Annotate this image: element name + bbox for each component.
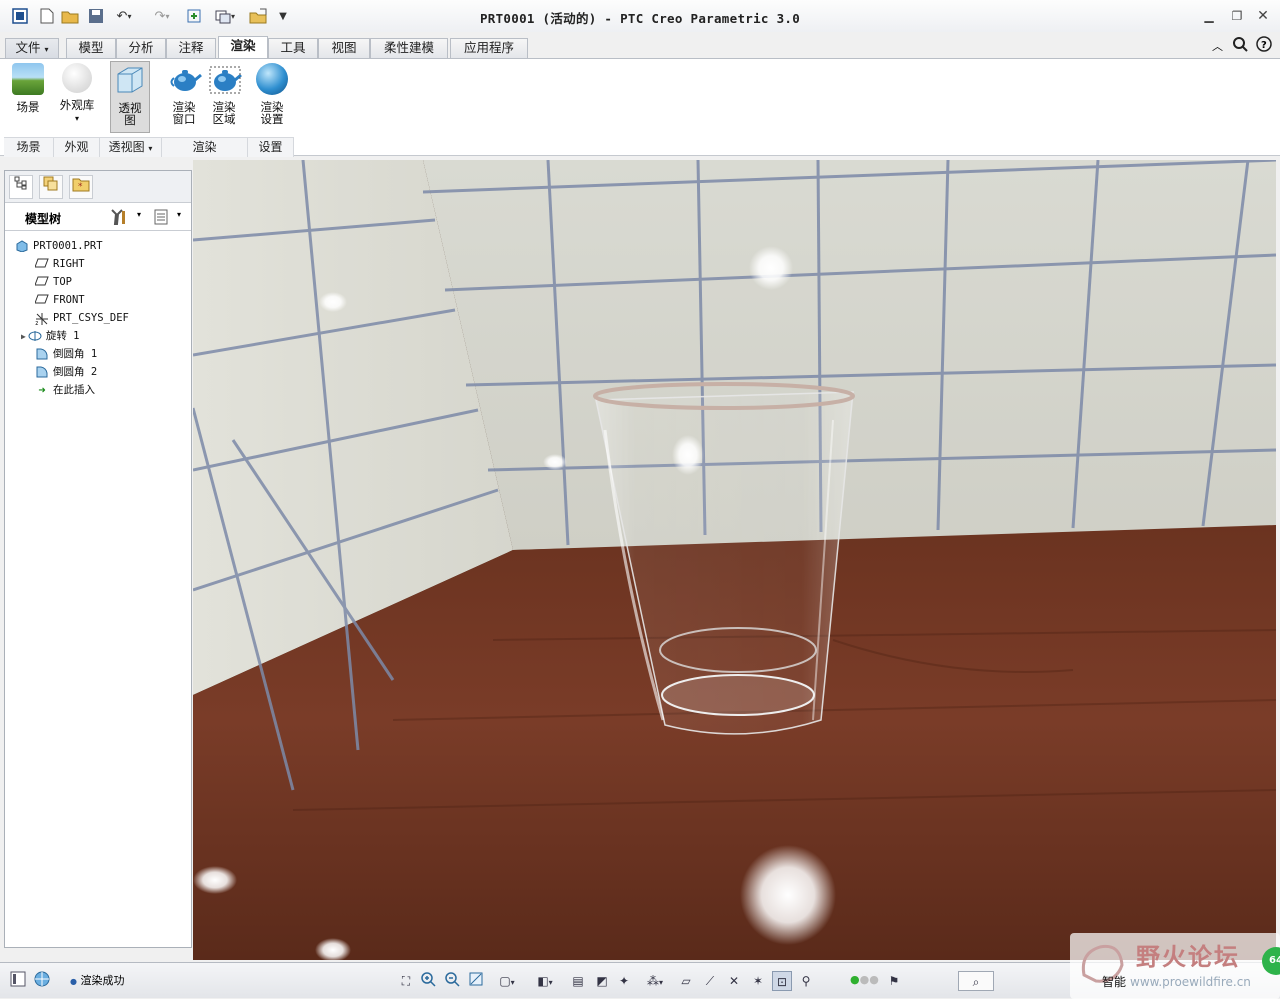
perspective-view-icon[interactable]: ◩ xyxy=(592,971,612,991)
render-region-button[interactable]: 渲染 区域 xyxy=(204,63,244,125)
svg-text:z: z xyxy=(35,320,39,326)
ribbon-panel: 场景 外观库 ▾ 透视 图 渲染 窗口 渲染 区域 渲染 设置 场景 外观 透视图… xyxy=(0,58,1280,157)
layers-tab-icon[interactable] xyxy=(39,175,63,199)
group-label-render: 渲染 xyxy=(162,137,248,157)
tree-settings-dropdown-icon[interactable]: ▾ xyxy=(137,210,141,219)
tree-node-top-plane[interactable]: TOP xyxy=(34,273,72,291)
tab-analysis[interactable]: 分析 xyxy=(116,38,166,58)
render-setup-button[interactable]: 渲染 设置 xyxy=(252,63,292,125)
insert-arrow-icon: ➜ xyxy=(38,383,46,397)
view-manager-icon[interactable]: ▤ xyxy=(568,971,588,991)
landscape-icon xyxy=(12,63,44,95)
repaint-icon[interactable] xyxy=(466,971,486,991)
group-label-scene: 场景 xyxy=(4,137,54,157)
find-binoculars-icon[interactable]: ⌕ xyxy=(958,971,994,991)
status-bar: ● 渲染成功 ⛶ ▢▾ ◧▾ ▤ ◩ ✦ ⁂▾ ▱ ⟋ ✕ ✶ ⊡ ⚲ ●●● … xyxy=(0,933,1280,999)
datum-plane-icon xyxy=(34,276,49,288)
minimize-icon[interactable]: ▁ xyxy=(1200,7,1218,25)
round-icon xyxy=(35,366,49,378)
tree-show-dropdown-icon[interactable]: ▾ xyxy=(177,210,181,219)
csys-display-icon[interactable]: ✶ xyxy=(748,971,768,991)
panel-tabs: * xyxy=(5,171,191,203)
sphere-icon xyxy=(62,63,92,93)
model-tree-panel: * 模型树 ▾ ▾ PRT0001.PRT RIGHT TOP FRONT zP… xyxy=(4,170,192,948)
spin-center-icon[interactable]: ⊡ xyxy=(772,971,792,991)
tree-node-part[interactable]: PRT0001.PRT xyxy=(15,237,103,255)
graphics-viewport[interactable] xyxy=(193,160,1276,960)
teapot-region-icon xyxy=(208,63,242,95)
tab-tools[interactable]: 工具 xyxy=(268,38,318,58)
model-tree-header: 模型树 ▾ ▾ xyxy=(5,203,191,231)
teapot-icon xyxy=(168,63,202,95)
datum-plane-icon xyxy=(34,258,49,270)
tab-render[interactable]: 渲染 xyxy=(218,36,268,59)
tree-node-round-2[interactable]: 倒圆角 2 xyxy=(35,363,97,381)
appearance-gallery-button[interactable]: 外观库 ▾ xyxy=(54,63,100,125)
plane-display-icon[interactable]: ▱ xyxy=(676,971,696,991)
restore-icon[interactable]: ❐ xyxy=(1228,7,1246,25)
forum-watermark: 野火论坛 www.proewildfire.cn 智能 64 xyxy=(1070,933,1280,999)
point-display-icon[interactable]: ✕ xyxy=(724,971,744,991)
toggle-browser-icon[interactable] xyxy=(32,971,52,991)
perspective-view-button[interactable]: 透视 图 xyxy=(110,61,150,133)
collapse-ribbon-icon[interactable]: ︿ xyxy=(1212,38,1223,54)
message-area: ● 渲染成功 xyxy=(70,974,125,987)
status-badge: 64 xyxy=(1262,947,1280,975)
window-title: PRT0001 (活动的) - PTC Creo Parametric 3.0 xyxy=(479,11,801,26)
group-label-setup: 设置 xyxy=(248,137,294,157)
render-sphere-icon xyxy=(256,63,288,95)
tab-flexible-modeling[interactable]: 柔性建模 xyxy=(370,38,448,58)
tree-node-revolve[interactable]: ▶ 旋转 1 xyxy=(21,327,79,345)
tab-view[interactable]: 视图 xyxy=(318,38,370,58)
tab-applications[interactable]: 应用程序 xyxy=(450,38,528,58)
title-bar: ↶ ▾ ↷ ▾ ▾ ▼ PRT0001 (活动的) - PTC Creo Par… xyxy=(0,0,1280,32)
datum-display-icon[interactable]: ✦ xyxy=(614,971,634,991)
render-window-button[interactable]: 渲染 窗口 xyxy=(164,63,204,125)
tab-annotate[interactable]: 注释 xyxy=(166,38,216,58)
refit-icon[interactable]: ⛶ xyxy=(396,971,416,991)
zoom-out-icon[interactable] xyxy=(442,971,462,991)
scene-button[interactable]: 场景 xyxy=(8,63,48,113)
coordinate-system-icon: z xyxy=(35,312,49,327)
search-icon[interactable] xyxy=(1232,36,1248,55)
zoom-in-icon[interactable] xyxy=(418,971,438,991)
flag-icon[interactable]: ⚑ xyxy=(884,971,904,991)
tab-file[interactable]: 文件 ▾ xyxy=(5,38,59,58)
tree-node-csys[interactable]: z PRT_CSYS_DEF xyxy=(35,309,129,327)
tree-settings-tools-icon[interactable] xyxy=(109,208,129,229)
close-icon[interactable]: ✕ xyxy=(1254,7,1272,25)
message-bullet-icon: ● xyxy=(70,977,77,986)
rendered-scene xyxy=(193,160,1276,960)
axis-display-icon[interactable]: ⟋ xyxy=(700,971,720,991)
datum-filters-icon[interactable]: ⁂▾ xyxy=(638,971,672,991)
selection-filter[interactable]: 智能 xyxy=(1102,973,1126,990)
tree-node-right-plane[interactable]: RIGHT xyxy=(34,255,85,273)
svg-text:?: ? xyxy=(1261,40,1267,51)
round-icon xyxy=(35,348,49,360)
help-icon[interactable]: ? xyxy=(1256,36,1272,55)
group-label-appearance: 外观 xyxy=(54,137,100,157)
expand-arrow-icon[interactable]: ▶ xyxy=(21,332,26,341)
revolve-icon xyxy=(28,330,42,342)
part-icon xyxy=(15,240,29,253)
model-tree-tab-icon[interactable] xyxy=(9,175,33,199)
model-tree-title: 模型树 xyxy=(25,212,62,226)
toggle-navigator-icon[interactable] xyxy=(8,971,28,991)
tree-show-icon[interactable] xyxy=(153,208,169,229)
tab-model[interactable]: 模型 xyxy=(66,38,116,58)
datum-plane-icon xyxy=(34,294,49,306)
saved-orientations-icon[interactable]: ▢▾ xyxy=(490,971,524,991)
regen-status-icon: ●●● xyxy=(850,973,879,986)
ribbon-tab-row: 文件 ▾ 模型 分析 注释 渲染 工具 视图 柔性建模 应用程序 ︿ ? xyxy=(0,36,1280,59)
svg-text:*: * xyxy=(78,182,83,192)
annotation-display-icon[interactable]: ⚲ xyxy=(796,971,816,991)
tree-node-round-1[interactable]: 倒圆角 1 xyxy=(35,345,97,363)
display-style-icon[interactable]: ◧▾ xyxy=(528,971,562,991)
tree-node-insert-here[interactable]: ➜ 在此插入 xyxy=(35,381,95,399)
favorites-folder-icon[interactable]: * xyxy=(69,175,93,199)
tree-node-front-plane[interactable]: FRONT xyxy=(34,291,85,309)
perspective-cube-icon xyxy=(114,64,146,96)
group-label-perspective[interactable]: 透视图 ▾ xyxy=(100,137,162,157)
